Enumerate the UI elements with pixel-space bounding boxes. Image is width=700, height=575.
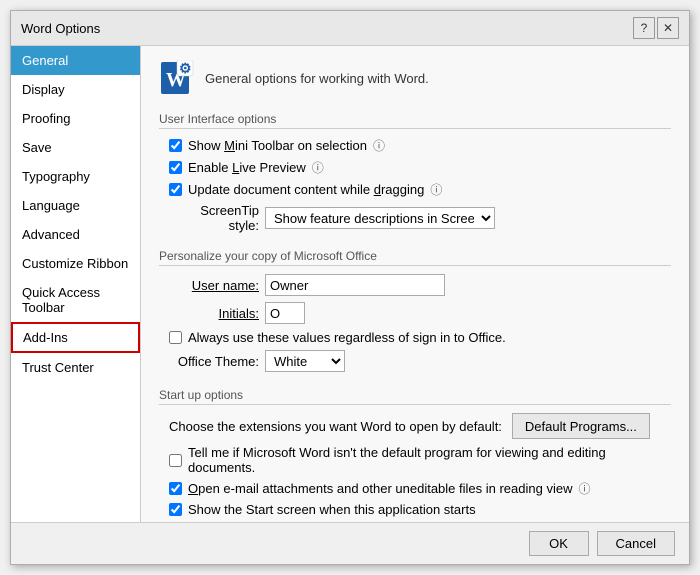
sidebar-item-save[interactable]: Save [11, 133, 140, 162]
title-bar: Word Options ? ✕ [11, 11, 689, 46]
show-mini-toolbar-checkbox[interactable] [169, 139, 182, 152]
default-programs-button[interactable]: Default Programs... [512, 413, 650, 439]
office-theme-label: Office Theme: [169, 354, 259, 369]
screentip-label: ScreenTip style: [169, 203, 259, 233]
personalize-content: User name: Initials: Always use these va… [159, 274, 671, 372]
tell-me-checkbox[interactable] [169, 454, 182, 467]
main-content: W ⚙ General options for working with Wor… [141, 46, 689, 522]
sidebar-item-quick-access[interactable]: Quick Access Toolbar [11, 278, 140, 322]
sidebar-item-language[interactable]: Language [11, 191, 140, 220]
sidebar-item-customize-ribbon[interactable]: Customize Ribbon [11, 249, 140, 278]
dialog-footer: OK Cancel [11, 522, 689, 564]
svg-text:⚙: ⚙ [179, 60, 192, 76]
sidebar-item-display[interactable]: Display [11, 75, 140, 104]
show-start-screen-label: Show the Start screen when this applicat… [188, 502, 476, 517]
username-input[interactable] [265, 274, 445, 296]
startup-content: Choose the extensions you want Word to o… [159, 413, 671, 517]
open-email-label: Open e-mail attachments and other unedit… [188, 481, 572, 496]
startup-label: Start up options [159, 386, 671, 405]
always-use-checkbox[interactable] [169, 331, 182, 344]
user-interface-content: Show Mini Toolbar on selection ⓘ Enable … [159, 137, 671, 233]
open-email-checkbox[interactable] [169, 482, 182, 495]
sidebar-item-proofing[interactable]: Proofing [11, 104, 140, 133]
always-use-label: Always use these values regardless of si… [188, 330, 506, 345]
always-use-row: Always use these values regardless of si… [169, 330, 671, 345]
update-doc-info: ⓘ [430, 181, 442, 198]
user-interface-group: User Interface options Show Mini Toolbar… [159, 110, 671, 233]
sidebar-item-advanced[interactable]: Advanced [11, 220, 140, 249]
username-row: User name: [169, 274, 671, 296]
sidebar-item-general[interactable]: General [11, 46, 140, 75]
default-programs-row: Choose the extensions you want Word to o… [169, 413, 671, 439]
show-mini-toolbar-row: Show Mini Toolbar on selection ⓘ [169, 137, 671, 154]
tell-me-label: Tell me if Microsoft Word isn't the defa… [188, 445, 671, 475]
section-title: General options for working with Word. [205, 71, 429, 86]
personalize-label: Personalize your copy of Microsoft Offic… [159, 247, 671, 266]
show-mini-toolbar-label: Show Mini Toolbar on selection [188, 138, 367, 153]
enable-live-preview-checkbox[interactable] [169, 161, 182, 174]
office-theme-row: Office Theme: White Colorful Dark Gray B… [169, 350, 671, 372]
screentip-row: ScreenTip style: Show feature descriptio… [169, 203, 671, 233]
close-button[interactable]: ✕ [657, 17, 679, 39]
open-email-row: Open e-mail attachments and other unedit… [169, 480, 671, 497]
show-start-screen-checkbox[interactable] [169, 503, 182, 516]
sidebar-item-trust-center[interactable]: Trust Center [11, 353, 140, 382]
cancel-button[interactable]: Cancel [597, 531, 675, 556]
sidebar-item-typography[interactable]: Typography [11, 162, 140, 191]
title-buttons: ? ✕ [633, 17, 679, 39]
initials-label: Initials: [169, 306, 259, 321]
help-button[interactable]: ? [633, 17, 655, 39]
show-start-screen-row: Show the Start screen when this applicat… [169, 502, 671, 517]
user-interface-label: User Interface options [159, 110, 671, 129]
initials-row: Initials: [169, 302, 671, 324]
section-header: W ⚙ General options for working with Wor… [159, 60, 671, 96]
sidebar-item-add-ins[interactable]: Add-Ins [11, 322, 140, 353]
word-options-dialog: Word Options ? ✕ General Display Proofin… [10, 10, 690, 565]
sidebar: General Display Proofing Save Typography… [11, 46, 141, 522]
title-bar-left: Word Options [21, 21, 100, 36]
choose-extensions-label: Choose the extensions you want Word to o… [169, 419, 502, 434]
ok-button[interactable]: OK [529, 531, 589, 556]
tell-me-row: Tell me if Microsoft Word isn't the defa… [169, 445, 671, 475]
update-doc-content-checkbox[interactable] [169, 183, 182, 196]
dialog-title: Word Options [21, 21, 100, 36]
office-theme-dropdown[interactable]: White Colorful Dark Gray Black [265, 350, 345, 372]
screentip-dropdown[interactable]: Show feature descriptions in ScreenTips … [265, 207, 495, 229]
enable-live-preview-info: ⓘ [312, 159, 324, 176]
startup-group: Start up options Choose the extensions y… [159, 386, 671, 517]
enable-live-preview-label: Enable Live Preview [188, 160, 306, 175]
update-doc-content-label: Update document content while dragging [188, 182, 424, 197]
update-doc-content-row: Update document content while dragging ⓘ [169, 181, 671, 198]
open-email-info: ⓘ [578, 480, 590, 497]
word-options-icon: W ⚙ [159, 60, 195, 96]
enable-live-preview-row: Enable Live Preview ⓘ [169, 159, 671, 176]
username-label: User name: [169, 278, 259, 293]
dialog-body: General Display Proofing Save Typography… [11, 46, 689, 522]
initials-input[interactable] [265, 302, 305, 324]
personalize-group: Personalize your copy of Microsoft Offic… [159, 247, 671, 372]
show-mini-toolbar-info: ⓘ [373, 137, 385, 154]
